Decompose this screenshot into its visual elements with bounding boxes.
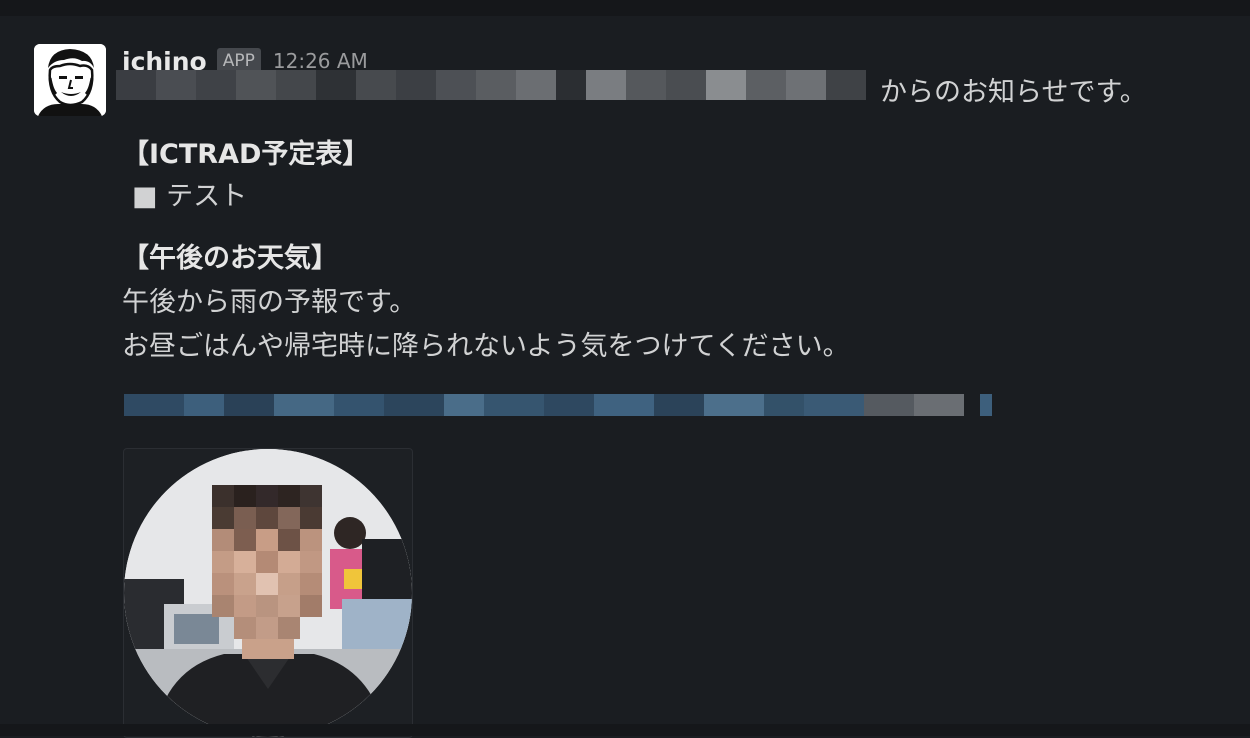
photo-icon [124,449,412,737]
redacted-link[interactable] [124,394,1060,416]
pixelated-face [212,485,322,639]
bottom-bar [0,724,1250,736]
message: ichino APP 12:26 AM からのお知らせです。 【ICTRAD予定… [0,16,1250,738]
image-attachment[interactable] [123,448,413,738]
weather-heading: 【午後のお天気】 [122,243,338,274]
intro-suffix: からのお知らせです。 [880,77,1147,108]
schedule-heading: 【ICTRAD予定表】 [122,139,370,170]
profile-photo [124,449,412,737]
top-bar [0,0,1250,16]
schedule-item: ■ テスト [132,181,248,212]
weather-line-1: 午後から雨の予報です。 [122,287,417,318]
weather-line-2: お昼ごはんや帰宅時に降られないよう気をつけてください。 [122,331,850,362]
avatar-portrait-icon [34,44,106,116]
redacted-sender-text [116,70,866,100]
sender-avatar[interactable] [34,44,106,116]
